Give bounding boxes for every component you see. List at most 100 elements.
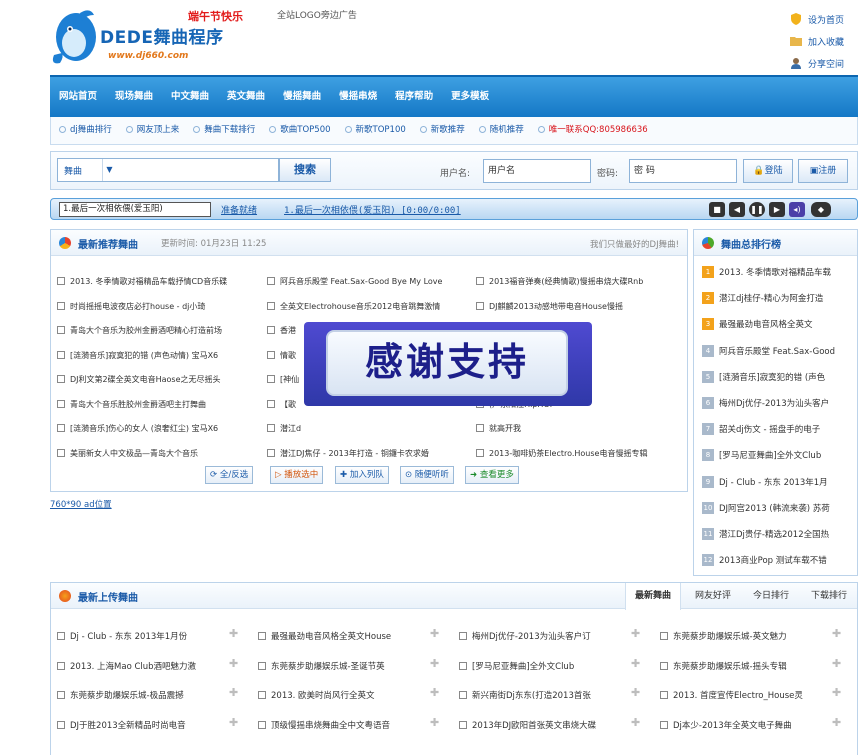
checkbox[interactable] xyxy=(57,326,65,334)
ad-760-placeholder[interactable]: 760*90 ad位置 xyxy=(50,498,112,510)
list-item[interactable]: 阿兵音乐殿堂 Feat.Sax-Good Bye My Love xyxy=(267,276,471,290)
add-icon[interactable]: ✚ xyxy=(229,627,238,640)
list-item[interactable]: [涟漪音乐]寂寞犯的错 (声色动情) 宝马X6 xyxy=(57,350,261,364)
rank-item[interactable]: 4 阿兵音乐殿堂 Feat.Sax-Good xyxy=(702,344,847,361)
list-item[interactable]: 2013. 冬季情歌对福精品车载抒情CD音乐碟 xyxy=(57,276,261,290)
checkbox[interactable] xyxy=(660,720,668,729)
add-icon[interactable]: ✚ xyxy=(631,716,640,729)
add-icon[interactable]: ✚ xyxy=(430,657,439,670)
rank-item[interactable]: 11 潜江Dj贵仔-精选2012全国热 xyxy=(702,528,847,544)
list-item[interactable]: DJ于胜2013全新精品时尚电音 xyxy=(57,719,225,733)
add-favorite-link[interactable]: 加入收藏 xyxy=(790,30,844,52)
add-icon[interactable]: ✚ xyxy=(430,627,439,640)
checkbox[interactable] xyxy=(660,632,668,640)
list-item[interactable]: 东莞蔡步助爆娱乐城-圣诞节英 xyxy=(258,660,426,674)
list-item[interactable]: DJ利文第2碟全英文电音Haose之无尽摇头 xyxy=(57,374,261,388)
add-icon[interactable]: ✚ xyxy=(832,657,841,670)
expand-icon[interactable]: ◆ xyxy=(811,202,831,217)
list-item[interactable]: [罗马尼亚舞曲]全外文Club xyxy=(459,660,627,674)
checkbox[interactable] xyxy=(459,691,467,699)
add-icon[interactable]: ✚ xyxy=(832,627,841,640)
list-item[interactable]: [涟漪音乐]伤心的女人 (浪奢红尘) 宝马X6 xyxy=(57,423,261,437)
subnav-contact[interactable]: 唯一联系QQ:805986636 xyxy=(530,117,654,143)
rank-item[interactable]: 2 潜江dj桂仔-精心为阿金打造 xyxy=(702,292,847,308)
checkbox[interactable] xyxy=(57,301,65,310)
checkbox[interactable] xyxy=(660,661,668,670)
subnav-new-recommend[interactable]: 新歌推荐 xyxy=(412,117,471,143)
checkbox[interactable] xyxy=(476,301,484,310)
volume-icon[interactable]: ◂) xyxy=(789,202,805,217)
chevron-down-icon[interactable]: ▼ xyxy=(102,159,116,181)
checkbox[interactable] xyxy=(57,350,65,359)
add-icon[interactable]: ✚ xyxy=(631,627,640,640)
nav-item-help[interactable]: 程序帮助 xyxy=(386,77,442,117)
nav-item-english[interactable]: 英文舞曲 xyxy=(218,77,274,117)
checkbox[interactable] xyxy=(267,448,275,457)
subnav-download-rank[interactable]: 舞曲下载排行 xyxy=(185,117,261,143)
add-icon[interactable]: ✚ xyxy=(229,686,238,699)
list-item[interactable]: 潜江d xyxy=(267,423,471,437)
list-item[interactable]: 2013. 欧美时尚风行全英文 xyxy=(258,689,426,703)
add-icon[interactable]: ✚ xyxy=(631,686,640,699)
random-listen-button[interactable]: ⊙ 随便听听 xyxy=(400,466,454,484)
password-input[interactable]: 密 码 xyxy=(629,159,737,183)
register-button[interactable]: ▣注册 xyxy=(798,159,848,183)
list-item[interactable]: 就高开我 xyxy=(476,423,682,437)
stop-icon[interactable]: ■ xyxy=(709,202,725,217)
rank-item[interactable]: 10 DJ阿宫2013 (韩流来袭) 苏荷 xyxy=(702,501,847,518)
tab-latest[interactable]: 最新舞曲 xyxy=(625,583,681,610)
site-logo[interactable]: 端午节快乐 DEDE舞曲程序 www.dj660.com xyxy=(50,5,260,71)
next-icon[interactable]: ▶ xyxy=(769,202,785,217)
checkbox[interactable] xyxy=(267,424,275,432)
list-item[interactable]: 全英文Electrohouse音乐2012电音跳舞激情 xyxy=(267,301,471,315)
player-track-select[interactable]: 1.最后一次相依偎(爱玉阳) xyxy=(59,202,211,217)
list-item[interactable]: 顶级慢摇串烧舞曲全中文粤语音 xyxy=(258,719,426,733)
add-icon[interactable]: ✚ xyxy=(430,686,439,699)
checkbox[interactable] xyxy=(57,375,65,383)
list-item[interactable]: 2013年DJ欧阳首张英文串烧大碟 xyxy=(459,719,627,733)
subnav-dj-rank[interactable]: dj舞曲排行 xyxy=(51,117,118,143)
list-item[interactable]: 梅州Dj优仔-2013为汕头客户订 xyxy=(459,630,627,644)
checkbox[interactable] xyxy=(267,277,275,285)
tab-today-rank[interactable]: 今日排行 xyxy=(743,583,799,609)
username-input[interactable]: 用户名 xyxy=(483,159,591,183)
list-item[interactable]: 新兴南街Dj东东(打造2013首张 xyxy=(459,689,627,703)
rank-item[interactable]: 7 韶关dj伤文 - 摇盘手的电子 xyxy=(702,423,847,439)
checkbox[interactable] xyxy=(57,720,65,729)
checkbox[interactable] xyxy=(459,720,467,729)
add-icon[interactable]: ✚ xyxy=(229,716,238,729)
pause-icon[interactable]: ❚❚ xyxy=(749,202,765,217)
category-select[interactable]: 舞曲 ▼ xyxy=(57,158,279,182)
nav-item-slow-mix[interactable]: 慢摇串烧 xyxy=(330,77,386,117)
checkbox[interactable] xyxy=(57,448,65,457)
checkbox[interactable] xyxy=(57,424,65,432)
list-item[interactable]: 东莞蔡步助爆娱乐城-极品震撼 xyxy=(57,689,225,703)
add-icon[interactable]: ✚ xyxy=(832,686,841,699)
list-item[interactable]: 青岛大个音乐胜胶州金爵酒吧主打舞曲 xyxy=(57,399,261,413)
tab-download-rank[interactable]: 下载排行 xyxy=(801,583,857,609)
nav-item-templates[interactable]: 更多模板 xyxy=(442,77,498,117)
list-item[interactable]: Dj本少-2013年全英文电子舞曲 xyxy=(660,719,828,733)
subnav-random[interactable]: 随机推荐 xyxy=(471,117,530,143)
tab-praised[interactable]: 网友好评 xyxy=(685,583,741,609)
list-item[interactable]: 潜江DJ焦仔 - 2013年打造 - 铜鑼卡农求婚 xyxy=(267,448,471,462)
checkbox[interactable] xyxy=(57,632,65,640)
add-icon[interactable]: ✚ xyxy=(430,716,439,729)
checkbox[interactable] xyxy=(459,661,467,670)
list-item[interactable]: 最强最劲电音风格全英文House xyxy=(258,630,426,644)
checkbox[interactable] xyxy=(459,632,467,640)
login-button[interactable]: 🔒登陆 xyxy=(743,159,793,183)
list-item[interactable]: 东莞蔡步助爆娱乐城-摇头专辑 xyxy=(660,660,828,674)
checkbox[interactable] xyxy=(476,277,484,285)
checkbox[interactable] xyxy=(57,661,65,670)
checkbox[interactable] xyxy=(57,691,65,699)
checkbox[interactable] xyxy=(57,277,65,285)
checkbox[interactable] xyxy=(258,691,266,699)
add-queue-button[interactable]: ✚ 加入列队 xyxy=(335,466,389,484)
nav-item-live[interactable]: 现场舞曲 xyxy=(106,77,162,117)
rank-item[interactable]: 3 最强最劲电音风格全英文 xyxy=(702,318,847,334)
list-item[interactable]: 美丽新女人中文极品—青岛大个音乐 xyxy=(57,448,261,462)
add-icon[interactable]: ✚ xyxy=(229,657,238,670)
rank-item[interactable]: 8 [罗马尼亚舞曲]全外文Club xyxy=(702,449,847,465)
checkbox[interactable] xyxy=(258,632,266,640)
